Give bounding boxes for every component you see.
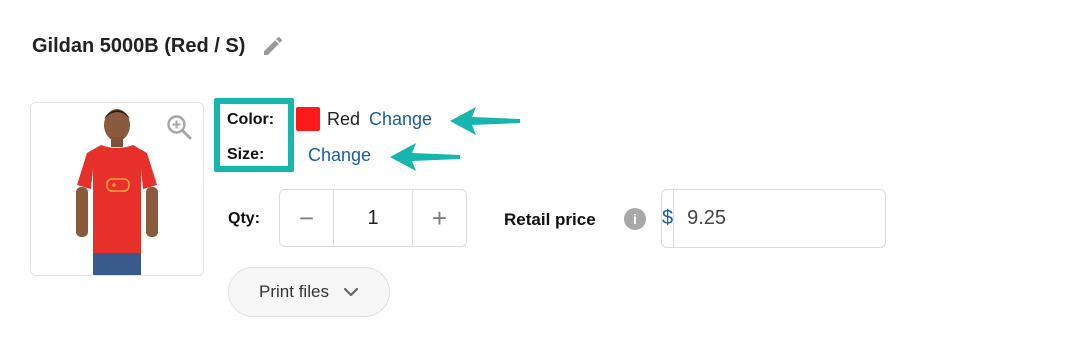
product-image[interactable]: [30, 102, 204, 276]
annotation-arrow-icon: [390, 143, 460, 171]
retail-price-input[interactable]: [674, 190, 955, 247]
color-value: Red: [327, 109, 361, 129]
product-header: Gildan 5000B (Red / S): [32, 34, 285, 58]
pencil-icon[interactable]: [261, 34, 285, 58]
quantity-stepper: − 1 +: [279, 189, 467, 247]
print-files-button[interactable]: Print files: [228, 267, 390, 317]
increment-button[interactable]: +: [413, 190, 466, 246]
decrement-button[interactable]: −: [280, 190, 333, 246]
retail-price-field: $: [661, 189, 955, 248]
quantity-value[interactable]: 1: [333, 190, 413, 246]
quantity-label: Qty:: [228, 210, 260, 227]
color-swatch: [296, 107, 320, 131]
print-files-label: Print files: [259, 282, 329, 301]
change-size-link[interactable]: Change: [308, 145, 371, 166]
size-label: Size:: [227, 146, 265, 163]
annotation-arrow-icon: [450, 107, 520, 135]
currency-symbol: $: [662, 190, 675, 247]
chevron-down-icon: [343, 287, 359, 297]
retail-price-label: Retail price: [504, 210, 596, 229]
product-title: Gildan 5000B (Red / S): [32, 34, 246, 57]
info-icon[interactable]: i: [624, 208, 646, 230]
change-color-link[interactable]: Change: [369, 109, 432, 130]
color-label: Color:: [227, 111, 275, 128]
zoom-in-icon[interactable]: [165, 113, 193, 141]
